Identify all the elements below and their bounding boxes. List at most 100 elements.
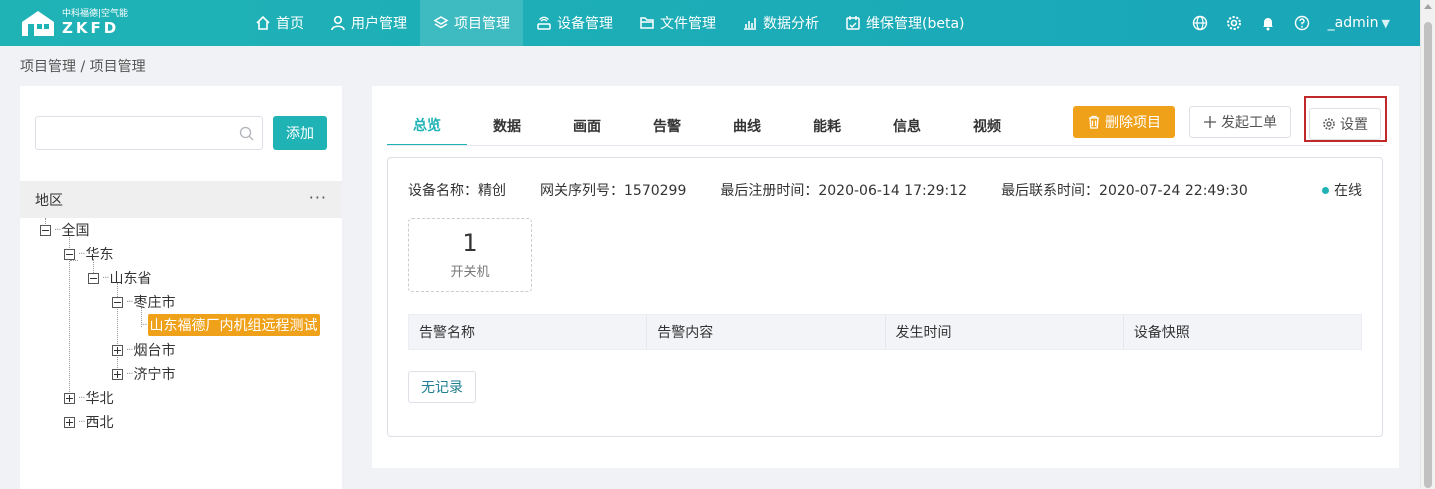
tree-node-label: 枣庄市 [133, 295, 176, 311]
folder-icon [640, 17, 654, 29]
device-info-row: 设备名称：精创 网关序列号：1570299 最后注册时间：2020-06-14 … [408, 180, 1282, 200]
tree-node-project-selected[interactable]: ··· 山东福德厂内机组远程测试 [140, 314, 320, 336]
gear-icon [1323, 118, 1335, 130]
detail-tabs: 总览 数据 画面 告警 曲线 能耗 信息 视频 [387, 106, 1027, 146]
tree-node-label: 济宁市 [133, 367, 176, 383]
tree-node-label: 西北 [85, 415, 114, 431]
expand-icon[interactable] [112, 368, 123, 380]
status-badge: 在线 [1322, 180, 1362, 200]
tab-screen[interactable]: 画面 [547, 106, 627, 146]
search-icon[interactable] [239, 126, 254, 141]
tree-node-yantai[interactable]: ··· 烟台市 [112, 339, 176, 361]
tree-node-quanguo[interactable]: ··· 全国 [40, 219, 90, 241]
tab-overview[interactable]: 总览 [387, 106, 467, 146]
column-device-snapshot: 设备快照 [1133, 325, 1190, 341]
metric-value: 1 [462, 229, 478, 258]
caret-down-icon: ▼ [1381, 17, 1390, 30]
page-scrollbar[interactable] [1420, 0, 1435, 489]
logo-en-text: ZKFD [62, 19, 120, 37]
tab-alarm[interactable]: 告警 [627, 106, 707, 146]
tree-node-label: 山东省 [109, 271, 152, 287]
tree-node-label: 全国 [61, 223, 90, 239]
expand-icon[interactable] [112, 344, 123, 356]
breadcrumb: 项目管理 / 项目管理 [20, 59, 146, 75]
nav-projects-label: 项目管理 [454, 16, 510, 32]
nav-maintenance[interactable]: 维保管理(beta) [832, 0, 978, 46]
online-dot-icon [1322, 186, 1329, 194]
user-menu[interactable]: _admin ▼ [1328, 15, 1390, 31]
tab-info[interactable]: 信息 [867, 106, 947, 146]
home-icon [256, 15, 270, 30]
tree-node-huabei[interactable]: ··· 华北 [64, 387, 114, 409]
column-alarm-content: 告警内容 [647, 315, 886, 349]
tree-node-label: 华北 [85, 391, 114, 407]
tab-energy[interactable]: 能耗 [787, 106, 867, 146]
expand-icon[interactable] [64, 416, 75, 428]
search-input[interactable] [36, 117, 262, 149]
power-switch-metric[interactable]: 1 开关机 [408, 218, 532, 292]
device-name: 设备名称：精创 [408, 183, 506, 199]
create-work-order-button[interactable]: 发起工单 [1189, 106, 1291, 138]
main-nav: 首页 用户管理 项目管理 设备管理 文件管理 数据分析 维保管理(beta) [242, 0, 978, 46]
delete-project-label: 删除项目 [1105, 115, 1161, 131]
plus-icon [1204, 116, 1216, 128]
logo-cn-text: 中科福德|空气能 [62, 9, 129, 19]
layers-icon [433, 16, 449, 29]
no-record-button[interactable]: 无记录 [408, 371, 476, 403]
tree-node-zaozhuang[interactable]: ··· 枣庄市 [112, 291, 176, 313]
overview-card: 设备名称：精创 网关序列号：1570299 最后注册时间：2020-06-14 … [387, 157, 1383, 437]
add-button[interactable]: 添加 [273, 116, 327, 150]
delete-project-button[interactable]: 删除项目 [1073, 106, 1175, 138]
tree-node-xibei[interactable]: ··· 西北 [64, 411, 114, 433]
status-text: 在线 [1334, 183, 1362, 199]
region-panel: 添加 地区 ··· ··· 全国 ··· 华东 ··· 山东省 ··· 枣庄市 ··· 山… [20, 86, 342, 489]
tab-data[interactable]: 数据 [467, 106, 547, 146]
tree-node-jining[interactable]: ··· 济宁市 [112, 363, 176, 385]
tree-node-shandong[interactable]: ··· 山东省 [88, 267, 152, 289]
gear-icon[interactable] [1226, 15, 1242, 31]
user-icon [331, 15, 345, 31]
nav-users[interactable]: 用户管理 [317, 0, 420, 46]
scroll-up-arrow-icon[interactable] [1424, 4, 1432, 9]
tab-curve[interactable]: 曲线 [707, 106, 787, 146]
nav-analysis[interactable]: 数据分析 [729, 0, 832, 46]
nav-files[interactable]: 文件管理 [626, 0, 729, 46]
nav-analysis-label: 数据分析 [763, 16, 819, 32]
project-detail-panel: 总览 数据 画面 告警 曲线 能耗 信息 视频 删除项目 发起工单 设置 设备名… [372, 86, 1399, 468]
collapse-icon[interactable] [88, 272, 99, 284]
nav-devices[interactable]: 设备管理 [523, 0, 626, 46]
nav-users-label: 用户管理 [351, 16, 407, 32]
nav-home[interactable]: 首页 [242, 0, 317, 46]
router-icon [537, 16, 551, 30]
collapse-icon[interactable] [112, 296, 123, 308]
alarm-table-header: 告警名称 告警内容 发生时间 设备快照 [408, 314, 1362, 350]
collapse-icon[interactable] [40, 224, 51, 236]
house-logo-icon [20, 9, 56, 37]
gateway-serial: 网关序列号：1570299 [540, 183, 687, 199]
more-icon[interactable]: ··· [309, 188, 327, 207]
nav-files-label: 文件管理 [660, 16, 716, 32]
expand-icon[interactable] [64, 392, 75, 404]
globe-icon[interactable] [1192, 15, 1208, 31]
column-alarm-name: 告警名称 [409, 315, 648, 349]
search-box [35, 116, 263, 150]
tabs-divider [387, 145, 1383, 146]
calendar-icon [846, 16, 860, 30]
nav-projects[interactable]: 项目管理 [420, 0, 523, 46]
collapse-icon[interactable] [64, 248, 75, 260]
last-contact-time: 最后联系时间：2020-07-24 22:49:30 [1001, 183, 1248, 199]
trash-icon [1089, 115, 1099, 129]
create-work-order-label: 发起工单 [1221, 115, 1277, 131]
settings-label: 设置 [1340, 117, 1368, 133]
top-navbar: 中科福德|空气能 ZKFD 首页 用户管理 项目管理 设备管理 文件管理 数据分… [0, 0, 1420, 46]
logo[interactable]: 中科福德|空气能 ZKFD [20, 8, 135, 38]
tree-node-huadong[interactable]: ··· 华东 [64, 243, 114, 265]
bell-icon[interactable] [1260, 15, 1276, 31]
tree-node-label: 华东 [85, 247, 114, 263]
settings-button[interactable]: 设置 [1309, 108, 1381, 140]
help-icon[interactable] [1294, 15, 1310, 31]
nav-devices-label: 设备管理 [557, 16, 613, 32]
scroll-thumb[interactable] [1424, 22, 1432, 488]
tab-video[interactable]: 视频 [947, 106, 1027, 146]
metric-label: 开关机 [450, 264, 490, 280]
